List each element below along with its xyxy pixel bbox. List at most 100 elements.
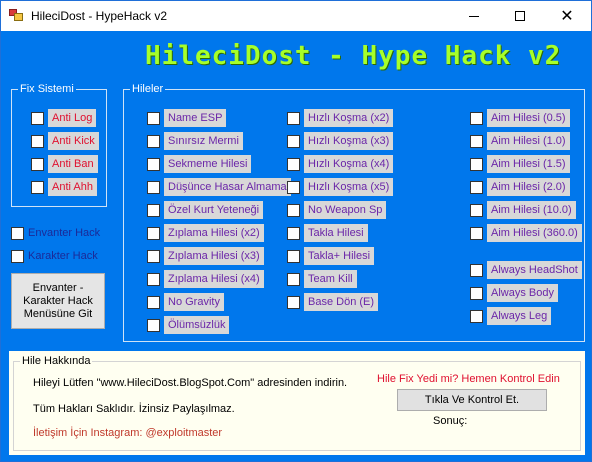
checkbox-label: Aim Hilesi (1.5) bbox=[487, 155, 570, 173]
checkbox-label: Aim Hilesi (10.0) bbox=[487, 201, 576, 219]
checkbox-label: Hızlı Koşma (x3) bbox=[304, 132, 394, 150]
checkbox-hizli-kosma-x4[interactable]: Hızlı Koşma (x4) bbox=[287, 155, 394, 173]
checkbox-anti-kick[interactable]: Anti Kick bbox=[31, 132, 99, 150]
checkbox-label: Always HeadShot bbox=[487, 261, 582, 279]
checkbox-envanter-hack[interactable]: Envanter Hack bbox=[11, 224, 100, 242]
checkbox-anti-ban[interactable]: Anti Ban bbox=[31, 155, 98, 173]
checkbox-hizli-kosma-x3[interactable]: Hızlı Koşma (x3) bbox=[287, 132, 394, 150]
checkbox-label: Hızlı Koşma (x5) bbox=[304, 178, 394, 196]
checkbox-label: No Gravity bbox=[164, 293, 224, 311]
checkbox-label: Anti Kick bbox=[48, 132, 99, 150]
checkbox-aim-10-0[interactable]: Aim Hilesi (10.0) bbox=[470, 201, 576, 219]
checkbox-box[interactable] bbox=[287, 157, 300, 171]
checkbox-anti-log[interactable]: Anti Log bbox=[31, 109, 97, 127]
checkbox-aim-2-0[interactable]: Aim Hilesi (2.0) bbox=[470, 178, 570, 196]
checkbox-label: Karakter Hack bbox=[28, 250, 98, 262]
checkbox-sinirsiz-mermi[interactable]: Sınırsız Mermi bbox=[147, 132, 243, 150]
checkbox-box[interactable] bbox=[147, 226, 160, 240]
checkbox-olumsuzluk[interactable]: Ölümsüzlük bbox=[147, 316, 230, 334]
checkbox-box[interactable] bbox=[31, 157, 44, 171]
checkbox-box[interactable] bbox=[11, 249, 24, 263]
checkbox-box[interactable] bbox=[287, 272, 300, 286]
checkbox-box[interactable] bbox=[147, 157, 160, 171]
checkbox-label: Envanter Hack bbox=[28, 227, 101, 239]
checkbox-takla-plus-hilesi[interactable]: Takla+ Hilesi bbox=[287, 247, 375, 265]
minimize-button[interactable] bbox=[451, 1, 497, 31]
checkbox-no-gravity[interactable]: No Gravity bbox=[147, 293, 224, 311]
checkbox-box[interactable] bbox=[470, 309, 483, 323]
result-label: Sonuç: bbox=[433, 415, 468, 427]
maximize-icon bbox=[515, 11, 525, 21]
checkbox-always-leg[interactable]: Always Leg bbox=[470, 307, 552, 325]
checkbox-label: Aim Hilesi (2.0) bbox=[487, 178, 570, 196]
checkbox-hizli-kosma-x5[interactable]: Hızlı Koşma (x5) bbox=[287, 178, 394, 196]
checkbox-name-esp[interactable]: Name ESP bbox=[147, 109, 227, 127]
checkbox-always-body[interactable]: Always Body bbox=[470, 284, 558, 302]
checkbox-label: Sekmeme Hilesi bbox=[164, 155, 252, 173]
checkbox-box[interactable] bbox=[287, 111, 300, 125]
checkbox-takla-hilesi[interactable]: Takla Hilesi bbox=[287, 224, 368, 242]
checkbox-dusunce-hasar-almama[interactable]: Düşünce Hasar Almama bbox=[147, 178, 291, 196]
download-info-text: Hileyi Lütfen "www.HileciDost.BlogSpot.C… bbox=[33, 377, 348, 389]
checkbox-label: Name ESP bbox=[164, 109, 227, 127]
checkbox-box[interactable] bbox=[470, 111, 483, 125]
checkbox-box[interactable] bbox=[147, 180, 160, 194]
checkbox-box[interactable] bbox=[11, 226, 24, 240]
minimize-icon bbox=[469, 15, 479, 17]
checkbox-label: Aim Hilesi (360.0) bbox=[487, 224, 582, 242]
checkbox-box[interactable] bbox=[287, 203, 300, 217]
close-button[interactable]: ✕ bbox=[544, 1, 590, 31]
checkbox-box[interactable] bbox=[287, 295, 300, 309]
checkbox-box[interactable] bbox=[31, 180, 44, 194]
checkbox-label: Aim Hilesi (1.0) bbox=[487, 132, 570, 150]
checkbox-aim-0-5[interactable]: Aim Hilesi (0.5) bbox=[470, 109, 570, 127]
checkbox-box[interactable] bbox=[470, 180, 483, 194]
checkbox-label: Ölümsüzlük bbox=[164, 316, 230, 334]
check-fix-button[interactable]: Tıkla Ve Kontrol Et. bbox=[397, 389, 547, 411]
checkbox-ziplama-x2[interactable]: Zıplama Hilesi (x2) bbox=[147, 224, 264, 242]
checkbox-box[interactable] bbox=[147, 249, 160, 263]
checkbox-team-kill[interactable]: Team Kill bbox=[287, 270, 357, 288]
menu-button-line: Menüsüne Git bbox=[23, 308, 93, 320]
checkbox-sekmeme-hilesi[interactable]: Sekmeme Hilesi bbox=[147, 155, 252, 173]
checkbox-box[interactable] bbox=[147, 272, 160, 286]
checkbox-box[interactable] bbox=[147, 134, 160, 148]
checkbox-no-weapon-sp[interactable]: No Weapon Sp bbox=[287, 201, 387, 219]
checkbox-aim-1-5[interactable]: Aim Hilesi (1.5) bbox=[470, 155, 570, 173]
checkbox-label: Anti Ahh bbox=[48, 178, 97, 196]
checkbox-box[interactable] bbox=[147, 111, 160, 125]
checkbox-label: Takla+ Hilesi bbox=[304, 247, 375, 265]
inventory-menu-button[interactable]: Envanter - Karakter Hack Menüsüne Git bbox=[11, 273, 105, 329]
checkbox-label: Team Kill bbox=[304, 270, 357, 288]
checkbox-box[interactable] bbox=[147, 295, 160, 309]
close-icon: ✕ bbox=[560, 8, 574, 25]
checkbox-ziplama-x4[interactable]: Zıplama Hilesi (x4) bbox=[147, 270, 264, 288]
checkbox-box[interactable] bbox=[287, 226, 300, 240]
checkbox-box[interactable] bbox=[147, 203, 160, 217]
checkbox-box[interactable] bbox=[470, 157, 483, 171]
checkbox-box[interactable] bbox=[31, 134, 44, 148]
checkbox-box[interactable] bbox=[287, 180, 300, 194]
checkbox-box[interactable] bbox=[287, 249, 300, 263]
checkbox-box[interactable] bbox=[470, 134, 483, 148]
checkbox-anti-ahh[interactable]: Anti Ahh bbox=[31, 178, 97, 196]
checkbox-box[interactable] bbox=[470, 263, 483, 277]
checkbox-hizli-kosma-x2[interactable]: Hızlı Koşma (x2) bbox=[287, 109, 394, 127]
checkbox-base-don[interactable]: Base Dön (E) bbox=[287, 293, 379, 311]
maximize-button[interactable] bbox=[497, 1, 543, 31]
checkbox-box[interactable] bbox=[470, 286, 483, 300]
checkbox-box[interactable] bbox=[287, 134, 300, 148]
checkbox-label: Hızlı Koşma (x4) bbox=[304, 155, 394, 173]
checkbox-label: Zıplama Hilesi (x2) bbox=[164, 224, 264, 242]
checkbox-ozel-kurt-yetenegi[interactable]: Özel Kurt Yeteneği bbox=[147, 201, 264, 219]
checkbox-box[interactable] bbox=[470, 226, 483, 240]
checkbox-box[interactable] bbox=[147, 318, 160, 332]
checkbox-box[interactable] bbox=[470, 203, 483, 217]
checkbox-ziplama-x3[interactable]: Zıplama Hilesi (x3) bbox=[147, 247, 264, 265]
checkbox-box[interactable] bbox=[31, 111, 44, 125]
checkbox-label: Base Dön (E) bbox=[304, 293, 379, 311]
checkbox-always-headshot[interactable]: Always HeadShot bbox=[470, 261, 582, 279]
checkbox-aim-360-0[interactable]: Aim Hilesi (360.0) bbox=[470, 224, 582, 242]
checkbox-aim-1-0[interactable]: Aim Hilesi (1.0) bbox=[470, 132, 570, 150]
checkbox-karakter-hack[interactable]: Karakter Hack bbox=[11, 247, 98, 265]
